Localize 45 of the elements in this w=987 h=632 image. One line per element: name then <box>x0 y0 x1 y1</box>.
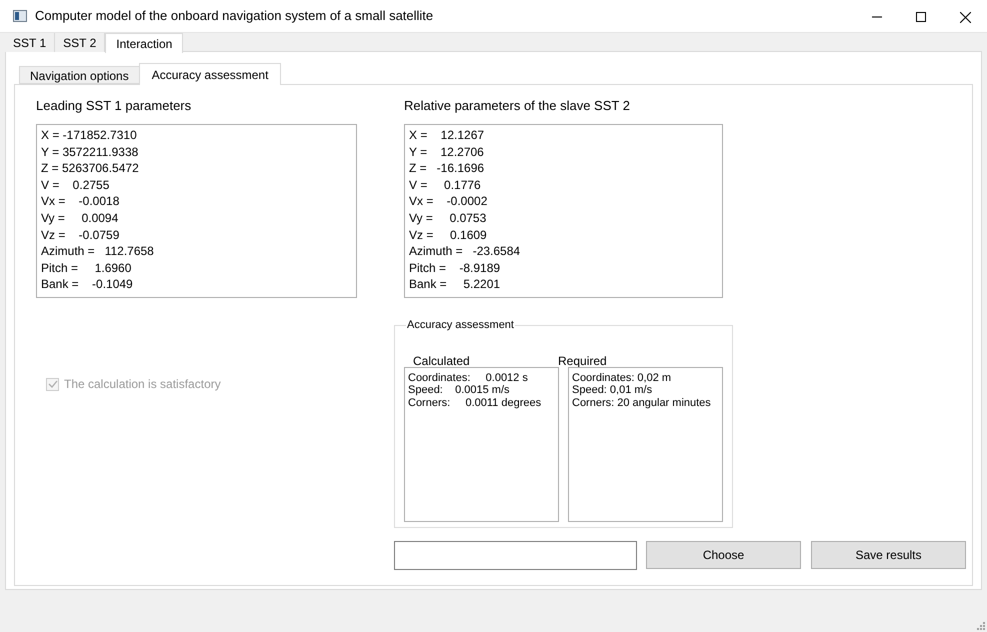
text-line: Corners: 0.0011 degrees <box>408 396 542 409</box>
resize-grip-icon[interactable] <box>977 622 985 630</box>
maximize-icon[interactable] <box>916 12 926 22</box>
column-label: Calculated <box>413 352 471 366</box>
tab[interactable]: Navigation options <box>19 66 139 84</box>
text-line: Pitch = -8.9189 <box>409 260 502 276</box>
text-line: Vz = -0.0759 <box>41 226 120 244</box>
text-line: Speed: 0.0015 m/s <box>408 384 511 396</box>
text-line: X = -171852.7310 <box>41 127 138 144</box>
window-title: Computer model of the onboard navigation system of a small satellite <box>35 7 434 26</box>
text-line: V = 0.2755 <box>41 176 110 194</box>
text-line: V = 0.1776 <box>409 176 482 194</box>
group-title: Accuracy assessment <box>406 318 515 333</box>
text-line: Coordinates: 0,02 m <box>572 372 672 384</box>
column-label: Required <box>558 352 608 366</box>
text-line: Coordinates: 0.0012 s <box>408 372 529 384</box>
path-field[interactable] <box>394 541 637 570</box>
text-line: Azimuth = -23.6584 <box>409 243 522 260</box>
text-line: Speed: 0,01 m/s <box>572 384 654 396</box>
text-line: Vy = 0.0094 <box>41 210 120 227</box>
text-line: Bank = 5.2201 <box>409 276 502 293</box>
text-line: Vx = -0.0002 <box>409 193 488 210</box>
tab[interactable]: SST 1 <box>5 33 56 52</box>
text-line: Vz = 0.1609 <box>409 226 488 244</box>
app-icon <box>13 10 27 22</box>
section-title: Relative parameters of the slave SST 2 <box>404 97 631 114</box>
text-line: X = 12.1267 <box>409 127 486 144</box>
checkbox-label: The calculation is satisfactory <box>64 376 221 393</box>
text-line: Corners: 20 angular minutes <box>572 396 712 409</box>
text-line: Y = 12.2706 <box>409 144 485 160</box>
tab[interactable]: Interaction <box>105 33 184 53</box>
tab[interactable]: Accuracy assessment <box>138 63 282 85</box>
text-line: Bank = -0.1049 <box>41 276 134 293</box>
close-icon[interactable] <box>960 12 971 23</box>
text-line: Azimuth = 112.7658 <box>41 243 155 260</box>
text-line: Z = 5263706.5472 <box>41 160 140 177</box>
button[interactable]: Choose <box>646 541 801 569</box>
text-line: Vy = 0.0753 <box>409 210 488 227</box>
tab[interactable]: SST 2 <box>55 33 106 52</box>
text-line: Pitch = 1.6960 <box>41 260 132 276</box>
text-line: Y = 3572211.9338 <box>41 144 140 160</box>
text-line: Z = -16.1696 <box>409 160 486 177</box>
section-title: Leading SST 1 parameters <box>36 97 192 114</box>
text-line: Vx = -0.0018 <box>41 193 120 210</box>
button[interactable]: Save results <box>811 541 966 569</box>
